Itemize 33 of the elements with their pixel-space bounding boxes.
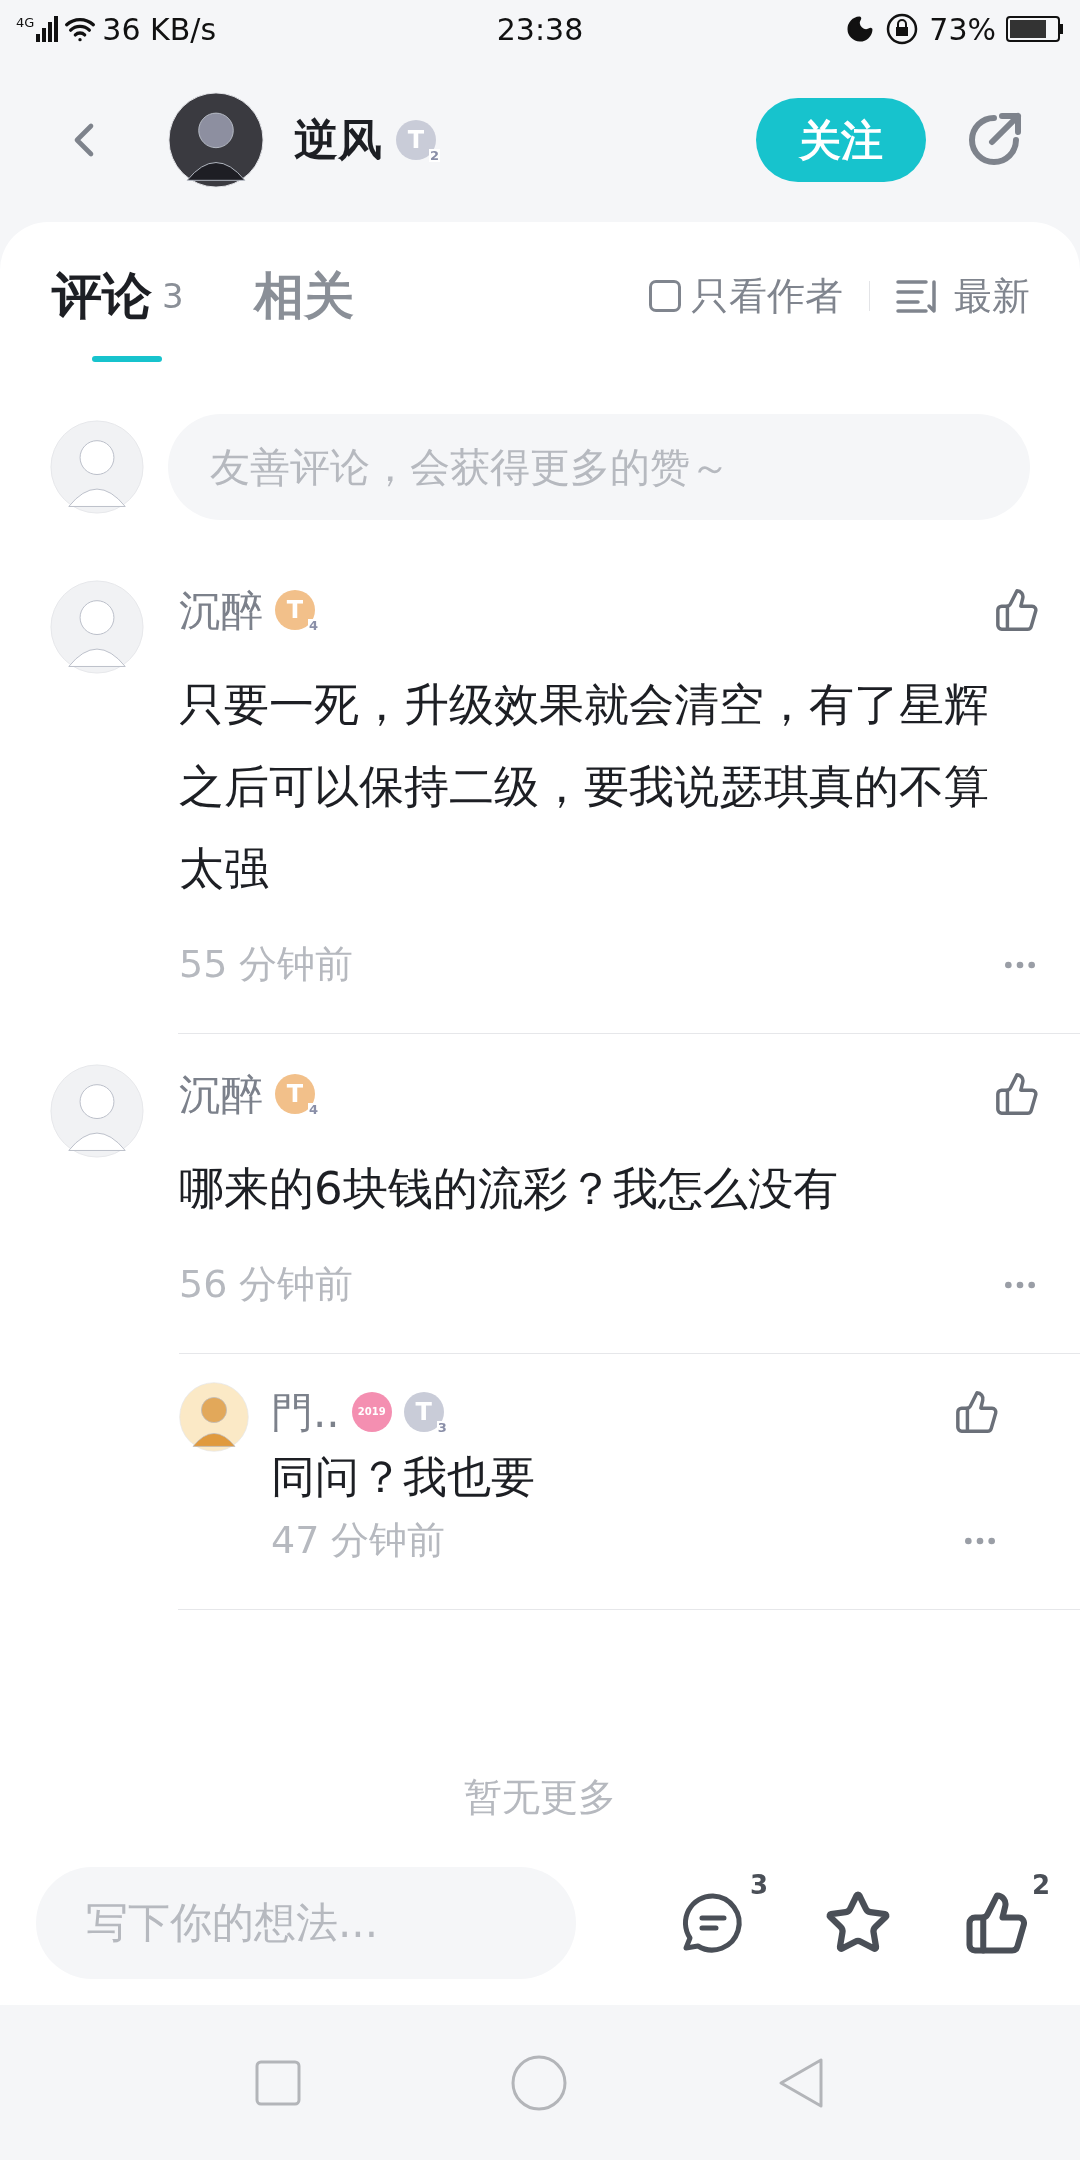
comment-time: 47 分钟前 (271, 1517, 446, 1564)
back-nav-button[interactable] (777, 2056, 825, 2109)
avatar[interactable] (168, 92, 264, 188)
rotation-lock-icon (885, 12, 920, 46)
like-icon[interactable] (954, 1389, 1000, 1435)
tab[interactable]: 相关 (253, 222, 354, 370)
like-icon[interactable] (994, 587, 1040, 633)
comment-text: 哪来的6块钱的流彩？我怎么没有 (179, 1161, 839, 1217)
like-count: 2 (1031, 1868, 1050, 1902)
author-only-filter[interactable]: 只看作者 (649, 267, 843, 325)
author-name[interactable]: 逆风 (294, 107, 382, 173)
event-badge: 2019 (351, 1392, 392, 1432)
comment-time: 55 分钟前 (179, 941, 354, 988)
follow-button[interactable]: 关注 (756, 98, 926, 182)
signal-icon (36, 16, 59, 42)
comment-text: 只要一死，升级效果就会清空，有了星辉之后可以保持二级，要我说瑟琪真的不算太强 (179, 677, 990, 897)
comment-text: 同问？我也要 (271, 1450, 536, 1504)
tab[interactable]: 评论 3 (52, 222, 184, 370)
network-label: 4G (16, 16, 35, 29)
user-name[interactable]: 門.. (271, 1380, 340, 1444)
like-icon[interactable] (994, 1071, 1040, 1117)
comment-time: 56 分钟前 (179, 1261, 354, 1308)
no-more-text: 暂无更多 (464, 1774, 616, 1821)
battery-percent: 73% (929, 10, 996, 49)
comment-count: 3 (749, 1868, 768, 1902)
clock: 23:38 (496, 10, 584, 49)
user-name[interactable]: 沉醉 (179, 578, 263, 642)
user-name[interactable]: 沉醉 (179, 1062, 263, 1126)
network-speed: 36 KB/s (102, 10, 217, 49)
home-button[interactable] (511, 2054, 567, 2111)
recent-apps-button[interactable] (255, 2059, 301, 2106)
sort-button[interactable]: 最新 (896, 267, 1030, 325)
battery-icon (1006, 16, 1064, 42)
